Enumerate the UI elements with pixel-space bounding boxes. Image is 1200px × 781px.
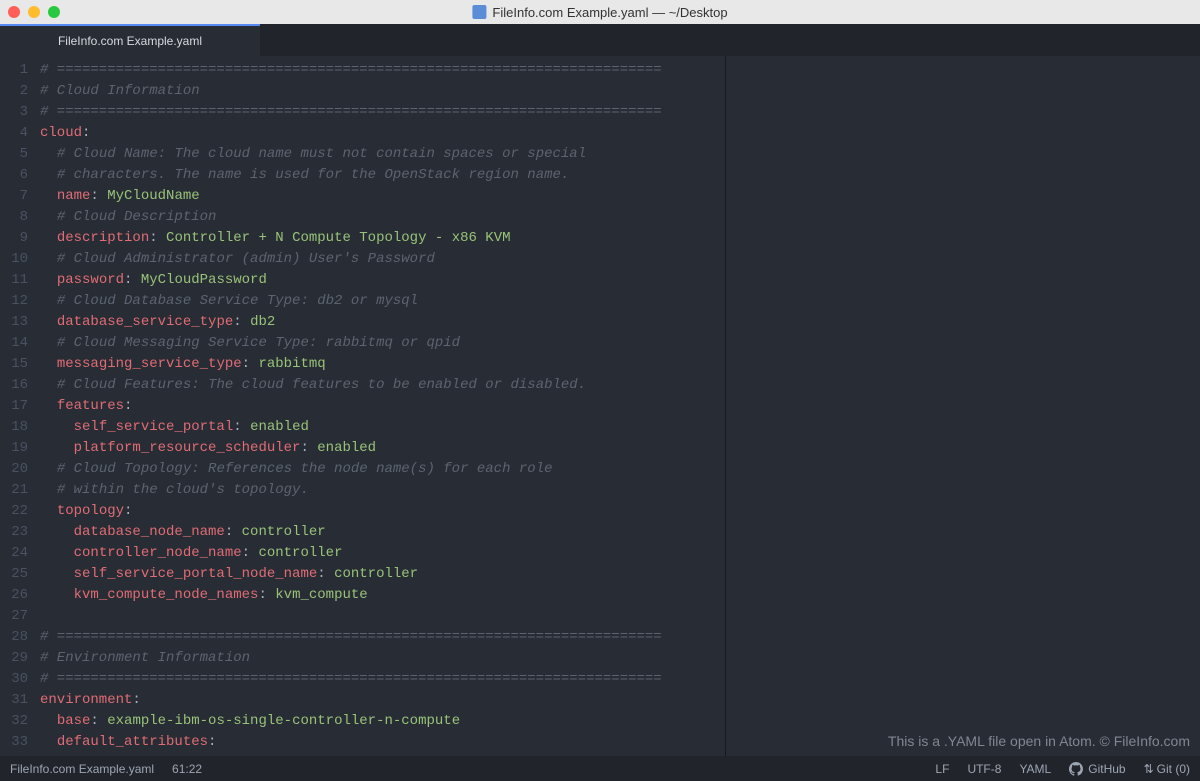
- line-number: 3: [0, 102, 40, 123]
- line-number: 32: [0, 711, 40, 732]
- code-line[interactable]: # Cloud Description: [40, 207, 725, 228]
- code-line[interactable]: name: MyCloudName: [40, 186, 725, 207]
- code-line[interactable]: description: Controller + N Compute Topo…: [40, 228, 725, 249]
- code-line[interactable]: database_node_name: controller: [40, 522, 725, 543]
- code-line[interactable]: # Cloud Messaging Service Type: rabbitmq…: [40, 333, 725, 354]
- code-line[interactable]: [40, 606, 725, 627]
- code-line[interactable]: database_service_type: db2: [40, 312, 725, 333]
- line-number: 19: [0, 438, 40, 459]
- line-number: 2: [0, 81, 40, 102]
- line-number: 22: [0, 501, 40, 522]
- code-line[interactable]: kvm_compute_node_names: kvm_compute: [40, 585, 725, 606]
- window-titlebar: FileInfo.com Example.yaml — ~/Desktop: [0, 0, 1200, 24]
- code-line[interactable]: # Cloud Name: The cloud name must not co…: [40, 144, 725, 165]
- code-line[interactable]: topology:: [40, 501, 725, 522]
- watermark-text: This is a .YAML file open in Atom. © Fil…: [888, 733, 1190, 749]
- code-line[interactable]: default_attributes:: [40, 732, 725, 753]
- line-number: 33: [0, 732, 40, 753]
- code-line[interactable]: controller_node_name: controller: [40, 543, 725, 564]
- line-number: 17: [0, 396, 40, 417]
- line-number: 8: [0, 207, 40, 228]
- code-line[interactable]: # ======================================…: [40, 627, 725, 648]
- code-line[interactable]: self_service_portal_node_name: controlle…: [40, 564, 725, 585]
- status-git[interactable]: ⇅ Git (0): [1144, 762, 1190, 776]
- code-line[interactable]: # Cloud Information: [40, 81, 725, 102]
- line-number-gutter: 1234567891011121314151617181920212223242…: [0, 56, 40, 756]
- code-line[interactable]: # ======================================…: [40, 60, 725, 81]
- tab-bar: FileInfo.com Example.yaml: [0, 24, 1200, 56]
- status-grammar[interactable]: YAML: [1019, 762, 1051, 776]
- code-line[interactable]: # Cloud Features: The cloud features to …: [40, 375, 725, 396]
- right-panel: [725, 56, 1200, 756]
- minimize-button[interactable]: [28, 6, 40, 18]
- code-line[interactable]: # Cloud Topology: References the node na…: [40, 459, 725, 480]
- status-cursor[interactable]: 61:22: [172, 762, 202, 776]
- window-title: FileInfo.com Example.yaml — ~/Desktop: [472, 5, 727, 20]
- code-line[interactable]: features:: [40, 396, 725, 417]
- line-number: 23: [0, 522, 40, 543]
- code-line[interactable]: # within the cloud's topology.: [40, 480, 725, 501]
- editor[interactable]: 1234567891011121314151617181920212223242…: [0, 56, 1200, 756]
- line-number: 12: [0, 291, 40, 312]
- code-line[interactable]: # Cloud Database Service Type: db2 or my…: [40, 291, 725, 312]
- status-git-label: Git (0): [1157, 762, 1190, 776]
- tab-active[interactable]: FileInfo.com Example.yaml: [0, 24, 260, 56]
- line-number: 27: [0, 606, 40, 627]
- line-number: 18: [0, 417, 40, 438]
- line-number: 9: [0, 228, 40, 249]
- code-line[interactable]: environment:: [40, 690, 725, 711]
- line-number: 13: [0, 312, 40, 333]
- git-updown-icon: ⇅: [1144, 762, 1152, 776]
- code-line[interactable]: # ======================================…: [40, 669, 725, 690]
- status-file[interactable]: FileInfo.com Example.yaml: [10, 762, 154, 776]
- code-line[interactable]: # Cloud Administrator (admin) User's Pas…: [40, 249, 725, 270]
- file-icon: [472, 5, 486, 19]
- code-line[interactable]: password: MyCloudPassword: [40, 270, 725, 291]
- window-title-text: FileInfo.com Example.yaml — ~/Desktop: [492, 5, 727, 20]
- maximize-button[interactable]: [48, 6, 60, 18]
- line-number: 31: [0, 690, 40, 711]
- line-number: 16: [0, 375, 40, 396]
- code-line[interactable]: # characters. The name is used for the O…: [40, 165, 725, 186]
- code-line[interactable]: cloud:: [40, 123, 725, 144]
- line-number: 4: [0, 123, 40, 144]
- status-github[interactable]: GitHub: [1069, 762, 1125, 776]
- code-line[interactable]: self_service_portal: enabled: [40, 417, 725, 438]
- line-number: 7: [0, 186, 40, 207]
- line-number: 25: [0, 564, 40, 585]
- line-number: 15: [0, 354, 40, 375]
- line-number: 26: [0, 585, 40, 606]
- line-number: 10: [0, 249, 40, 270]
- line-number: 1: [0, 60, 40, 81]
- code-area[interactable]: # ======================================…: [40, 56, 725, 756]
- line-number: 29: [0, 648, 40, 669]
- status-bar: FileInfo.com Example.yaml 61:22 LF UTF-8…: [0, 756, 1200, 781]
- line-number: 21: [0, 480, 40, 501]
- line-number: 24: [0, 543, 40, 564]
- status-line-ending[interactable]: LF: [935, 762, 949, 776]
- line-number: 5: [0, 144, 40, 165]
- line-number: 30: [0, 669, 40, 690]
- line-number: 11: [0, 270, 40, 291]
- line-number: 28: [0, 627, 40, 648]
- code-line[interactable]: # ======================================…: [40, 102, 725, 123]
- github-icon: [1069, 762, 1083, 776]
- code-line[interactable]: messaging_service_type: rabbitmq: [40, 354, 725, 375]
- line-number: 14: [0, 333, 40, 354]
- window-controls: [8, 6, 60, 18]
- status-encoding[interactable]: UTF-8: [967, 762, 1001, 776]
- code-line[interactable]: # Environment Information: [40, 648, 725, 669]
- code-line[interactable]: base: example-ibm-os-single-controller-n…: [40, 711, 725, 732]
- line-number: 6: [0, 165, 40, 186]
- status-github-label: GitHub: [1088, 762, 1125, 776]
- close-button[interactable]: [8, 6, 20, 18]
- code-line[interactable]: platform_resource_scheduler: enabled: [40, 438, 725, 459]
- tab-label: FileInfo.com Example.yaml: [58, 34, 202, 48]
- line-number: 20: [0, 459, 40, 480]
